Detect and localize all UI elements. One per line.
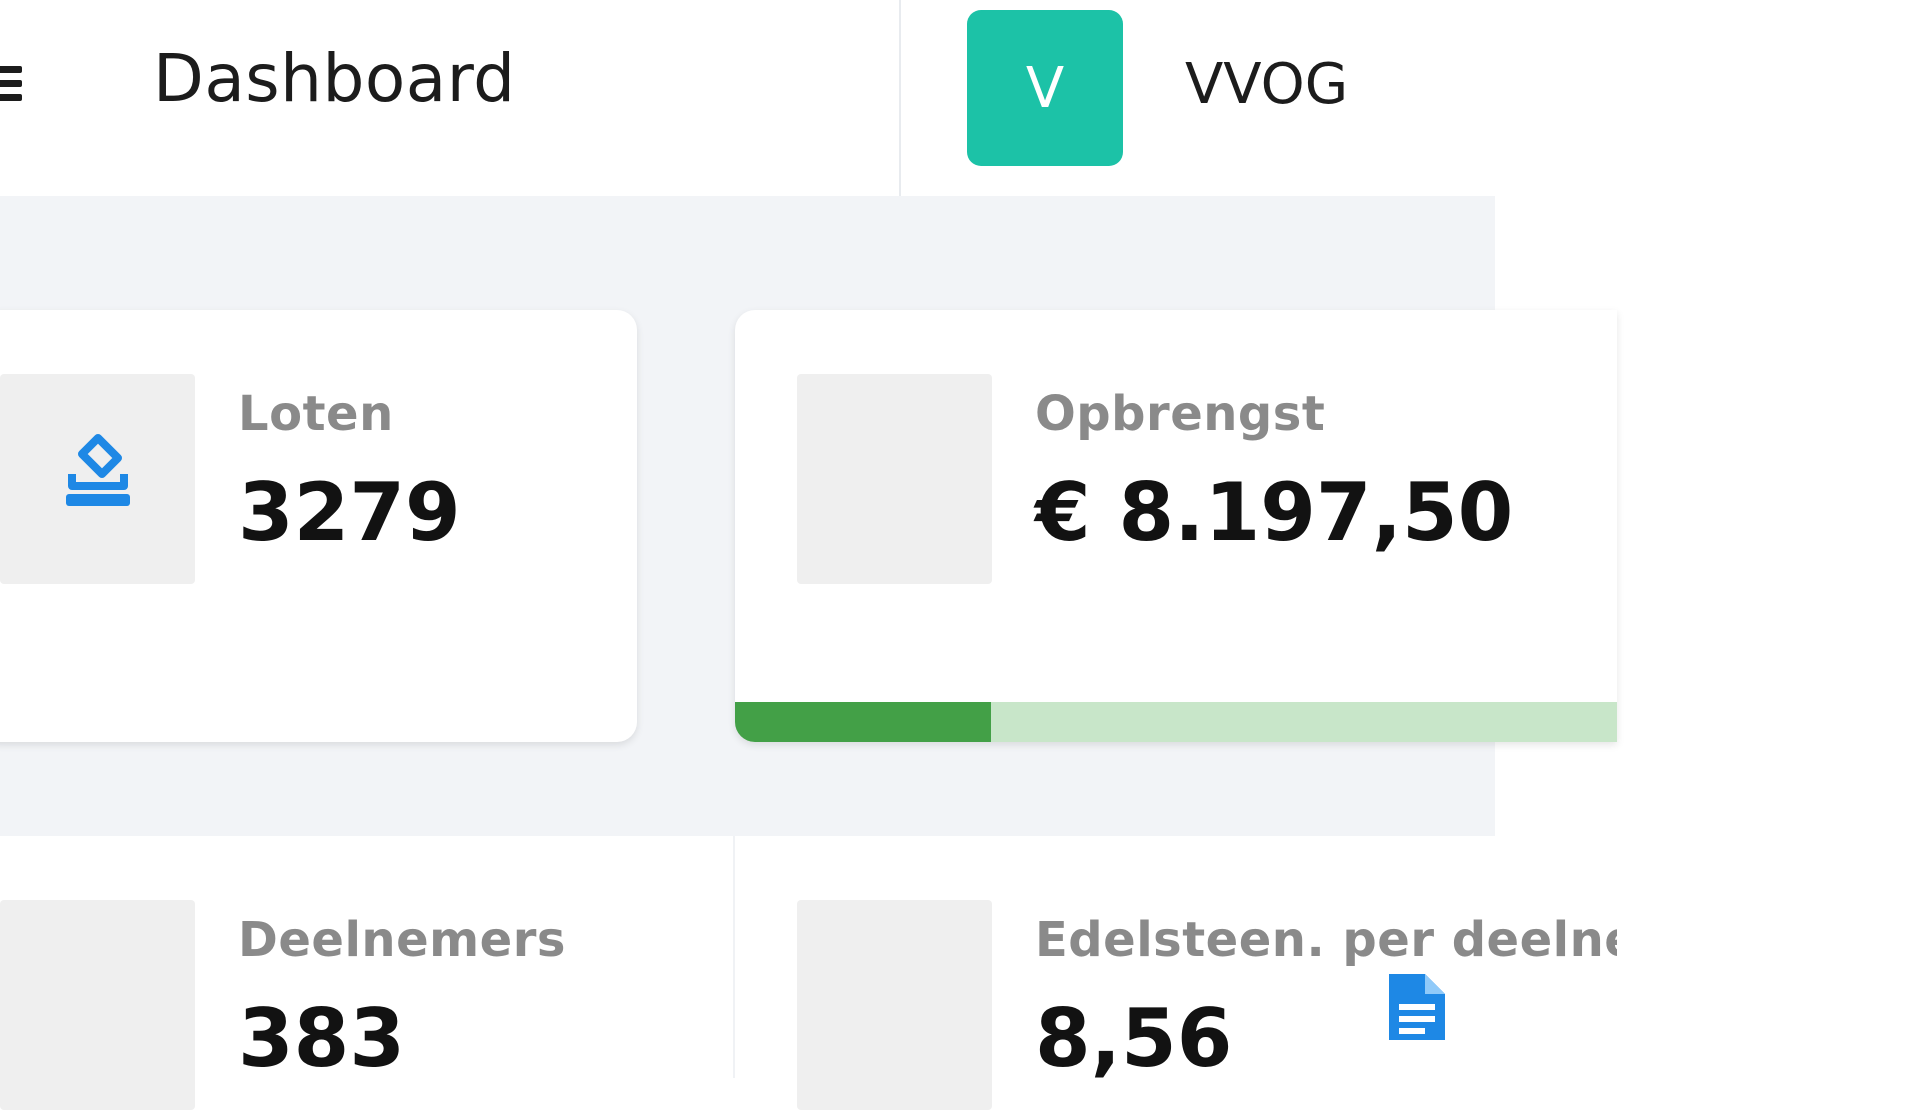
edelsteen-icon-box [797,900,992,1110]
stat-card-deelnemers: Deelnemers 383 [0,836,734,1110]
opbrengst-icon-box [797,374,992,584]
stat-card-edelsteen: Edelsteen. per deelne 8,56 [735,836,1617,1110]
ballot-icon-box [0,374,195,584]
hamburger-menu-icon[interactable] [0,66,22,106]
opbrengst-progress-bar [735,702,1617,742]
document-icon[interactable] [1379,970,1453,1044]
opbrengst-progress-fill [735,702,991,742]
stat-value-loten: 3279 [238,466,461,559]
deelnemers-icon-box [0,900,195,1110]
header-divider [899,0,901,196]
ballot-box-icon [66,434,130,506]
stat-value-edelsteen: 8,56 [1035,992,1233,1085]
organization-name[interactable]: VVOG [1185,52,1348,117]
stat-label-opbrengst: Opbrengst [1035,386,1326,442]
page-title: Dashboard [153,40,516,117]
stat-label-deelnemers: Deelnemers [238,912,566,968]
stat-value-opbrengst: € 8.197,50 [1035,466,1514,559]
stat-card-opbrengst: Opbrengst € 8.197,50 [735,310,1617,742]
stat-label-loten: Loten [238,386,394,442]
stat-label-edelsteen: Edelsteen. per deelne [1035,912,1617,968]
avatar[interactable]: V [967,10,1123,166]
top-bar: Dashboard V VVOG [0,0,1920,196]
stat-value-deelnemers: 383 [238,992,405,1085]
stat-card-loten: Loten 3279 [0,310,637,742]
